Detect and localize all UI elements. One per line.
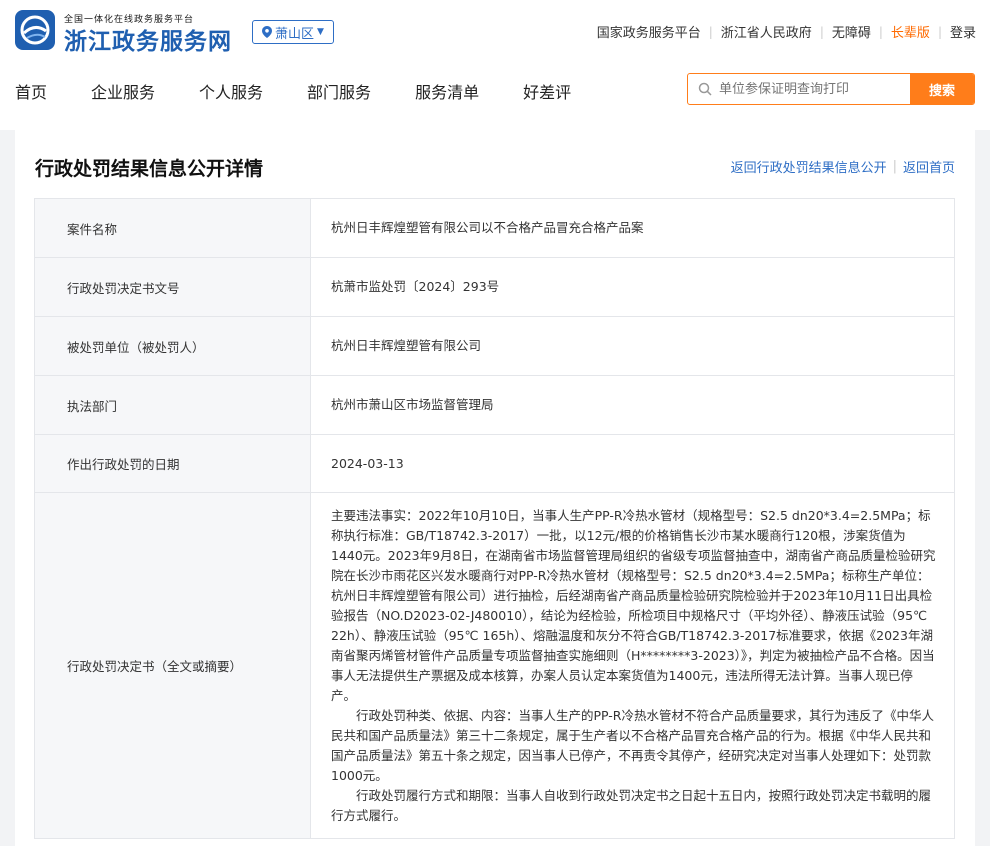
- table-row: 执法部门 杭州市萧山区市场监督管理局: [34, 375, 955, 435]
- row-label: 案件名称: [34, 198, 311, 258]
- decision-paragraph-facts: 主要违法事实：2022年10月10日，当事人生产PP-R冷热水管材（规格型号：S…: [331, 507, 936, 703]
- link-national-platform[interactable]: 国家政务服务平台: [597, 22, 701, 41]
- row-value: 2024-03-13: [310, 434, 955, 493]
- search-button[interactable]: 搜索: [910, 74, 974, 104]
- divider: |: [892, 159, 897, 174]
- table-row: 案件名称 杭州日丰辉煌塑管有限公司以不合格产品冒充合格产品案: [34, 198, 955, 258]
- logo-title[interactable]: 浙江政务服务网: [64, 22, 232, 56]
- search-bar: 搜索: [687, 73, 975, 105]
- link-elder-version[interactable]: 长辈版: [891, 22, 930, 41]
- top-header: 全国一体化在线政务服务平台 浙江政务服务网 萧山区 ▼ 国家政务服务平台 | 浙…: [0, 0, 990, 130]
- location-pin-icon: [262, 26, 273, 38]
- row-label: 作出行政处罚的日期: [34, 434, 311, 493]
- portal-logo-icon[interactable]: [15, 10, 55, 50]
- main-nav: 首页 企业服务 个人服务 部门服务 服务清单 好差评: [15, 79, 615, 103]
- nav-service-list[interactable]: 服务清单: [415, 79, 479, 103]
- top-links: 国家政务服务平台 | 浙江省人民政府 | 无障碍 | 长辈版 | 登录: [597, 22, 976, 42]
- row-value: 杭州日丰辉煌塑管有限公司: [310, 316, 955, 376]
- page-title: 行政处罚结果信息公开详情: [35, 158, 264, 180]
- detail-card: 行政处罚结果信息公开详情 返回行政处罚结果信息公开 | 返回首页 案件名称 杭州…: [15, 129, 975, 846]
- region-selector[interactable]: 萧山区 ▼: [252, 20, 334, 44]
- table-row: 被处罚单位（被处罚人） 杭州日丰辉煌塑管有限公司: [34, 316, 955, 376]
- nav-home[interactable]: 首页: [15, 79, 47, 103]
- row-label: 行政处罚决定书文号: [34, 257, 311, 317]
- breadcrumb: 返回行政处罚结果信息公开 | 返回首页: [731, 157, 955, 176]
- search-icon: [698, 82, 712, 96]
- decision-paragraph-basis: 行政处罚种类、依据、内容：当事人生产的PP-R冷热水管材不符合产品质量要求，其行…: [331, 707, 934, 783]
- divider: |: [819, 24, 824, 39]
- decision-paragraph-execution: 行政处罚履行方式和期限：当事人自收到行政处罚决定书之日起十五日内，按照行政处罚决…: [331, 787, 932, 823]
- row-label: 行政处罚决定书（全文或摘要）: [34, 492, 311, 839]
- link-back-home[interactable]: 返回首页: [903, 157, 955, 176]
- region-label: 萧山区: [275, 26, 315, 42]
- link-back-to-list[interactable]: 返回行政处罚结果信息公开: [731, 157, 887, 176]
- penalty-detail-table: 案件名称 杭州日丰辉煌塑管有限公司以不合格产品冒充合格产品案 行政处罚决定书文号…: [34, 198, 955, 839]
- search-input[interactable]: [719, 81, 909, 97]
- table-row: 行政处罚决定书（全文或摘要） 主要违法事实：2022年10月10日，当事人生产P…: [34, 492, 955, 839]
- row-value: 杭萧市监处罚〔2024〕293号: [310, 257, 955, 317]
- divider: |: [878, 24, 883, 39]
- caret-down-icon: ▼: [317, 27, 324, 37]
- link-zhejiang-government[interactable]: 浙江省人民政府: [721, 22, 812, 41]
- divider: |: [937, 24, 942, 39]
- divider: |: [708, 24, 713, 39]
- nav-personal-services[interactable]: 个人服务: [199, 79, 263, 103]
- table-row: 行政处罚决定书文号 杭萧市监处罚〔2024〕293号: [34, 257, 955, 317]
- row-label: 被处罚单位（被处罚人）: [34, 316, 311, 376]
- row-value: 杭州市萧山区市场监督管理局: [310, 375, 955, 435]
- nav-enterprise-services[interactable]: 企业服务: [91, 79, 155, 103]
- link-login[interactable]: 登录: [950, 22, 976, 41]
- table-row: 作出行政处罚的日期 2024-03-13: [34, 434, 955, 493]
- link-accessibility[interactable]: 无障碍: [832, 22, 871, 41]
- row-value: 杭州日丰辉煌塑管有限公司以不合格产品冒充合格产品案: [310, 198, 955, 258]
- nav-rating[interactable]: 好差评: [523, 79, 571, 103]
- row-label: 执法部门: [34, 375, 311, 435]
- decision-text: 主要违法事实：2022年10月10日，当事人生产PP-R冷热水管材（规格型号：S…: [310, 492, 955, 839]
- nav-department-services[interactable]: 部门服务: [307, 79, 371, 103]
